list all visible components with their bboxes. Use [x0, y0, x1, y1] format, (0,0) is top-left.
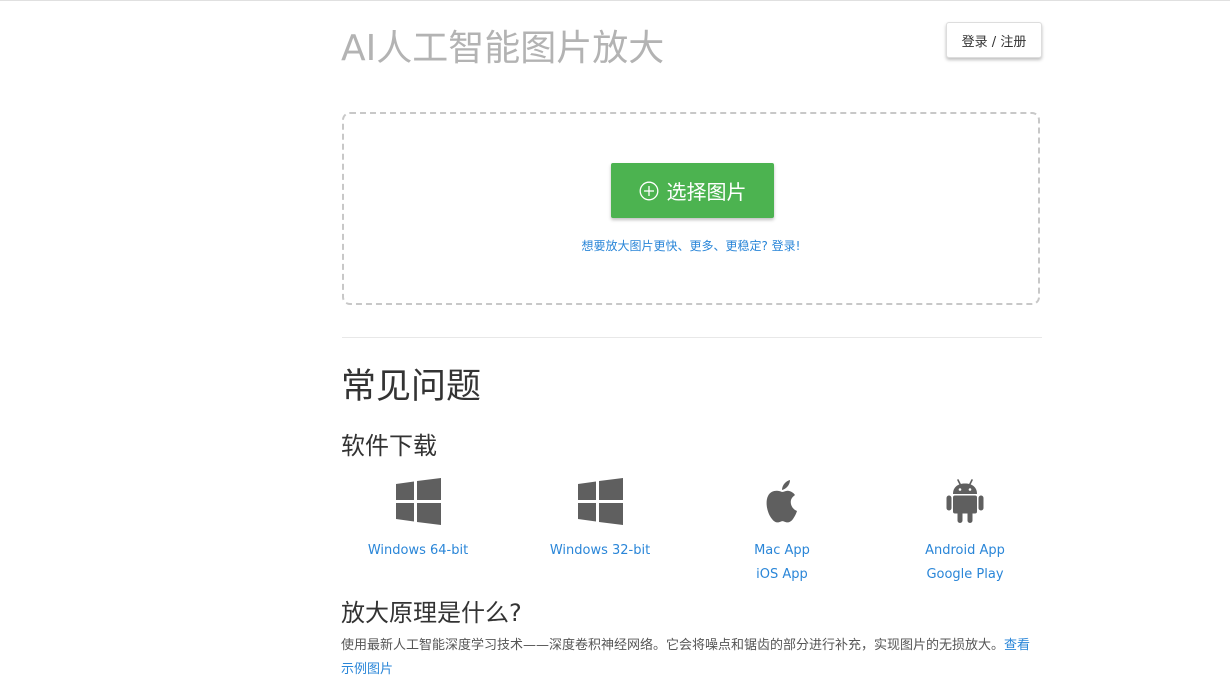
- principle-text: 使用最新人工智能深度学习技术——深度卷积神经网络。它会将噪点和锯齿的部分进行补充…: [341, 634, 1042, 682]
- google-play-link[interactable]: Google Play: [874, 563, 1056, 587]
- windows-icon: [578, 478, 623, 525]
- windows-32-link[interactable]: Windows 32-bit: [509, 539, 691, 563]
- faq-title: 常见问题: [341, 367, 482, 407]
- divider: [342, 337, 1042, 338]
- download-windows-32: Windows 32-bit: [509, 477, 691, 563]
- windows-64-link[interactable]: Windows 64-bit: [327, 539, 509, 563]
- site-title: AI人工智能图片放大: [341, 28, 665, 69]
- android-app-link[interactable]: Android App: [874, 539, 1056, 563]
- upgrade-login-link[interactable]: 想要放大图片更快、更多、更稳定? 登录!: [344, 237, 1038, 254]
- select-image-label: 选择图片: [666, 180, 747, 204]
- download-section-title: 软件下载: [341, 432, 437, 460]
- download-android: Android App Google Play: [874, 477, 1056, 587]
- principle-title: 放大原理是什么?: [341, 599, 522, 627]
- select-image-button[interactable]: 选择图片: [611, 163, 774, 218]
- windows-icon: [396, 478, 441, 525]
- ios-app-link[interactable]: iOS App: [691, 563, 873, 587]
- apple-icon: [766, 480, 797, 523]
- login-register-button[interactable]: 登录 / 注册: [946, 22, 1042, 58]
- upload-dropzone[interactable]: 选择图片 想要放大图片更快、更多、更稳定? 登录!: [342, 112, 1040, 305]
- android-icon: [946, 479, 984, 523]
- mac-app-link[interactable]: Mac App: [691, 539, 873, 563]
- download-apple: Mac App iOS App: [691, 477, 873, 587]
- plus-circle-icon: [639, 181, 658, 200]
- principle-description: 使用最新人工智能深度学习技术——深度卷积神经网络。它会将噪点和锯齿的部分进行补充…: [341, 638, 1005, 653]
- download-windows-64: Windows 64-bit: [327, 477, 509, 563]
